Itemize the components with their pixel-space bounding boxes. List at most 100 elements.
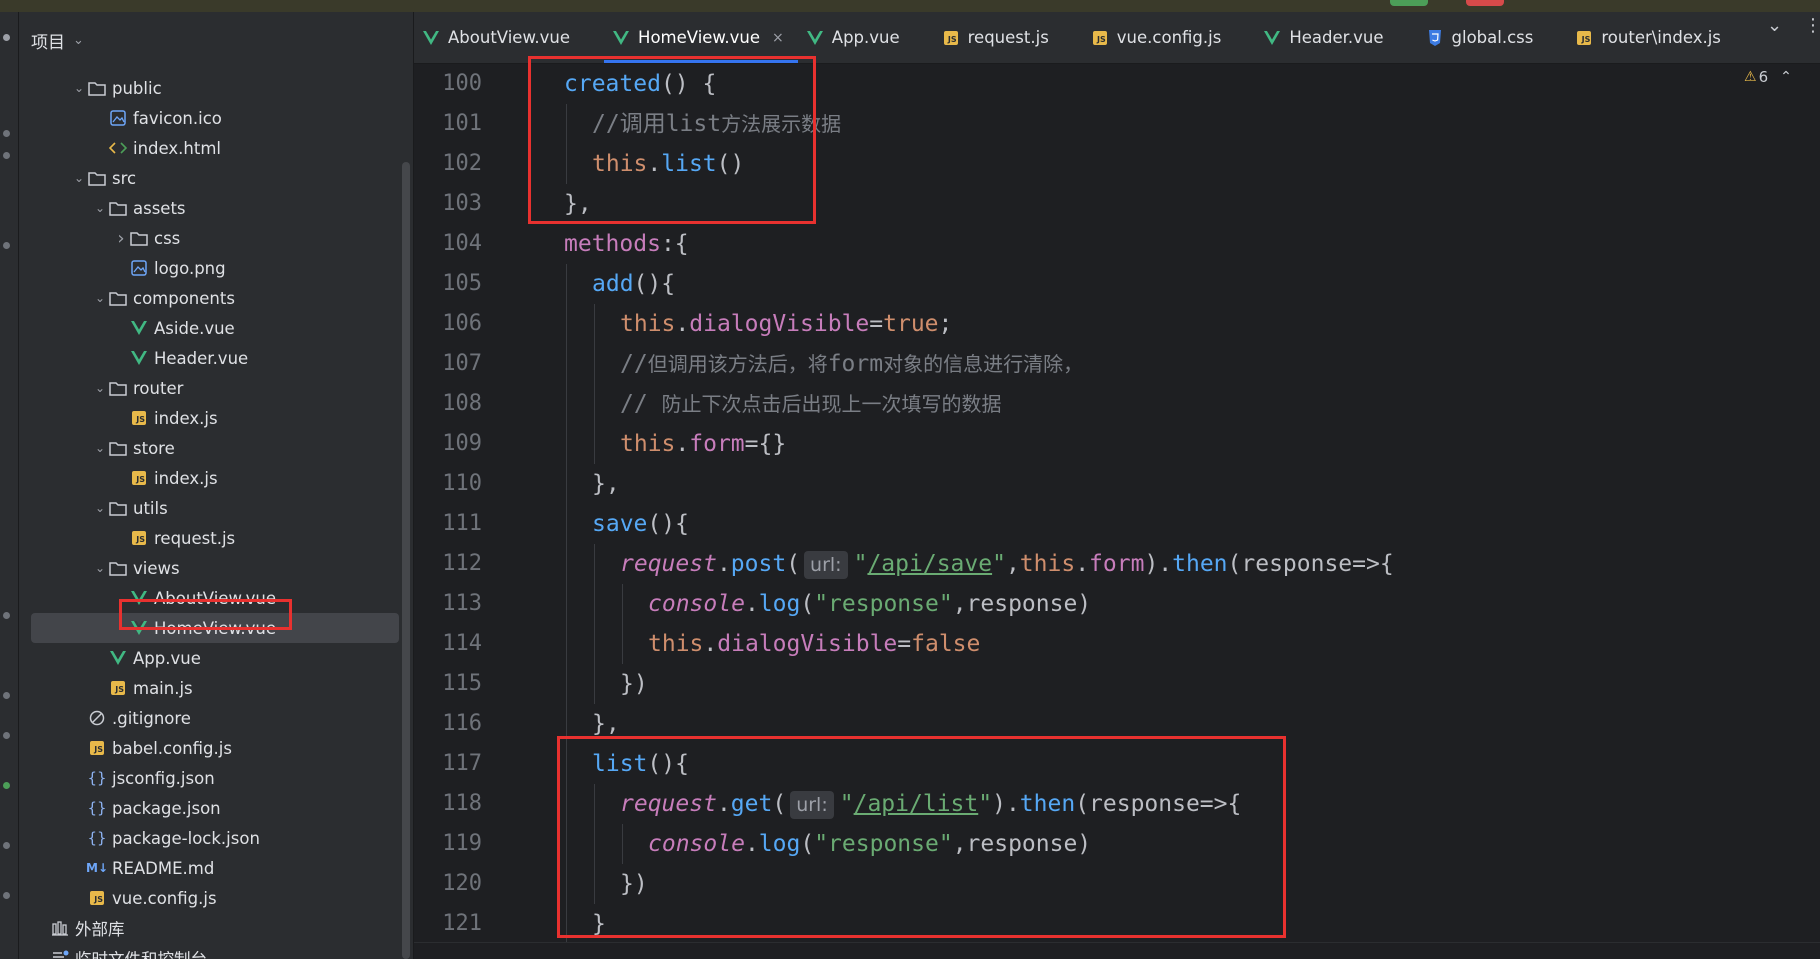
json-file-icon: {} <box>87 829 107 847</box>
code-token: dialogVisible <box>689 311 870 337</box>
tree-item[interactable]: ⌄ router <box>19 373 413 403</box>
tree-item[interactable]: ›临时文件和控制台 <box>19 943 413 959</box>
indent-guide <box>594 384 595 424</box>
close-icon[interactable]: × <box>772 30 784 46</box>
tree-item[interactable]: ›HomeView.vue <box>31 613 399 643</box>
code-line[interactable]: this.form={} <box>620 424 786 464</box>
stop-indicator[interactable] <box>1466 0 1504 6</box>
tree-item[interactable]: ›JSindex.js <box>19 403 413 433</box>
code-line[interactable]: request.post(url: "/api/save",this.form).… <box>620 544 1394 584</box>
code-line[interactable]: }, <box>592 464 620 504</box>
tree-item[interactable]: ⌄ components <box>19 283 413 313</box>
tree-item[interactable]: ⌄ store <box>19 433 413 463</box>
code-line[interactable]: save(){ <box>592 504 689 544</box>
tab-more-icon[interactable]: ⋮ <box>1804 0 1820 51</box>
chevron-down-icon[interactable]: ⌄ <box>91 501 109 515</box>
code-line[interactable]: this.list() <box>592 144 744 184</box>
code-line[interactable]: //但调用该方法后，将form对象的信息进行清除， <box>620 344 1083 384</box>
code-line[interactable]: created() { <box>564 64 716 104</box>
code-line[interactable]: } <box>592 904 606 944</box>
editor-tab[interactable]: App.vue <box>798 12 934 63</box>
editor-tab[interactable]: JS router\index.js <box>1567 12 1755 63</box>
tree-item[interactable]: ›AboutView.vue <box>19 583 413 613</box>
tool-icon-project[interactable] <box>3 34 10 41</box>
run-indicator[interactable] <box>1390 0 1428 6</box>
tool-icon-terminal[interactable] <box>3 732 10 739</box>
tree-item[interactable]: ›App.vue <box>19 643 413 673</box>
tree-item[interactable]: ⌄ src <box>19 163 413 193</box>
tree-item[interactable]: ›{}package.json <box>19 793 413 823</box>
code-line[interactable]: methods:{ <box>564 224 689 264</box>
chevron-down-icon[interactable]: ⌄ <box>70 81 88 95</box>
tree-item[interactable]: ›JSindex.js <box>19 463 413 493</box>
editor-tab[interactable]: global.css <box>1418 12 1568 63</box>
editor-tab[interactable]: JS request.js <box>934 12 1083 63</box>
chevron-down-icon[interactable]: ⌄ <box>91 561 109 575</box>
tree-item[interactable]: ›{}jsconfig.json <box>19 763 413 793</box>
tree-item[interactable]: ›favicon.ico <box>19 103 413 133</box>
editor-horizontal-scrollbar[interactable] <box>414 942 1820 959</box>
tree-item[interactable]: ›JSbabel.config.js <box>19 733 413 763</box>
code-line[interactable]: //调用list方法展示数据 <box>592 104 841 144</box>
code-token: 对象的信息进行清除， <box>883 352 1084 376</box>
tree-item[interactable]: ›JSrequest.js <box>19 523 413 553</box>
editor-tab[interactable]: HomeView.vue × <box>604 12 798 63</box>
tree-item[interactable]: ›index.html <box>19 133 413 163</box>
tree-item[interactable]: ⌄ public <box>19 73 413 103</box>
line-number: 116 <box>442 711 482 736</box>
code-line[interactable]: }, <box>564 184 592 224</box>
editor-vertical-scrollbar[interactable] <box>1806 64 1820 959</box>
editor-tab[interactable]: JS vue.config.js <box>1083 12 1256 63</box>
code-line[interactable]: this.dialogVisible=false <box>648 624 980 664</box>
chevron-down-icon[interactable]: ⌄ <box>70 171 88 185</box>
tool-icon-commit[interactable] <box>3 130 10 137</box>
chevron-right-icon[interactable]: › <box>112 228 130 249</box>
code-line[interactable]: }) <box>620 664 648 704</box>
tree-item[interactable]: ›.gitignore <box>19 703 413 733</box>
project-scrollbar[interactable] <box>402 162 410 959</box>
code-line[interactable]: }) <box>620 864 648 904</box>
code-line[interactable]: }, <box>592 704 620 744</box>
tree-item[interactable]: ⌄ views <box>19 553 413 583</box>
tool-icon-git[interactable] <box>3 842 10 849</box>
tree-item[interactable]: ›Header.vue <box>19 343 413 373</box>
tool-icon-bookmarks[interactable] <box>3 242 10 249</box>
code-token: " <box>853 551 868 577</box>
code-line[interactable]: request.get(url: "/api/list").then(respon… <box>620 784 1241 824</box>
chevron-down-icon[interactable]: ⌄ <box>91 291 109 305</box>
editor-tab[interactable]: Header.vue <box>1255 12 1417 63</box>
tree-item[interactable]: ›M↓README.md <box>19 853 413 883</box>
tool-icon-problems[interactable] <box>3 782 10 789</box>
code-line[interactable]: console.log("response",response) <box>648 824 1091 864</box>
chevron-down-icon[interactable]: ⌄ <box>91 441 109 455</box>
chevron-down-icon[interactable]: ⌄ <box>91 201 109 215</box>
tool-icon-npm[interactable] <box>3 612 10 619</box>
tree-item[interactable]: ›JSmain.js <box>19 673 413 703</box>
indent-guide <box>622 624 623 664</box>
tool-icon-run[interactable] <box>3 692 10 699</box>
tree-item[interactable]: › css <box>19 223 413 253</box>
code-editor[interactable]: 100 101 102 103 104 105 106 107 108 109 110 111 112 1… <box>414 64 1820 959</box>
tree-item[interactable]: ›logo.png <box>19 253 413 283</box>
code-area[interactable]: created() {//调用list方法展示数据 this.list()}, me… <box>548 64 1808 959</box>
tree-item[interactable]: ›外部库 <box>19 913 413 943</box>
indent-guide <box>594 864 595 904</box>
tree-item[interactable]: ›JSvue.config.js <box>19 883 413 913</box>
code-line[interactable]: add(){ <box>592 264 675 304</box>
tree-item[interactable]: ›Aside.vue <box>19 313 413 343</box>
css-file-icon <box>1426 29 1444 47</box>
tab-overflow-chevron-icon[interactable]: ⌄ <box>1767 0 1782 51</box>
project-panel-header[interactable]: 项目 ⌄ <box>19 26 84 54</box>
prev-highlight-icon[interactable]: ⌃ <box>1780 69 1792 85</box>
code-line[interactable]: // 防止下次点击后出现上一次填写的数据 <box>620 384 1002 424</box>
code-line[interactable]: list(){ <box>592 744 689 784</box>
tool-icon-structure[interactable] <box>3 152 10 159</box>
code-line[interactable]: console.log("response",response) <box>648 584 1091 624</box>
editor-tab[interactable]: AboutView.vue <box>414 12 604 63</box>
tree-item[interactable]: ⌄ assets <box>19 193 413 223</box>
chevron-down-icon[interactable]: ⌄ <box>91 381 109 395</box>
tool-icon-services[interactable] <box>3 892 10 899</box>
tree-item[interactable]: ⌄ utils <box>19 493 413 523</box>
code-line[interactable]: this.dialogVisible=true; <box>620 304 952 344</box>
tree-item[interactable]: ›{}package-lock.json <box>19 823 413 853</box>
